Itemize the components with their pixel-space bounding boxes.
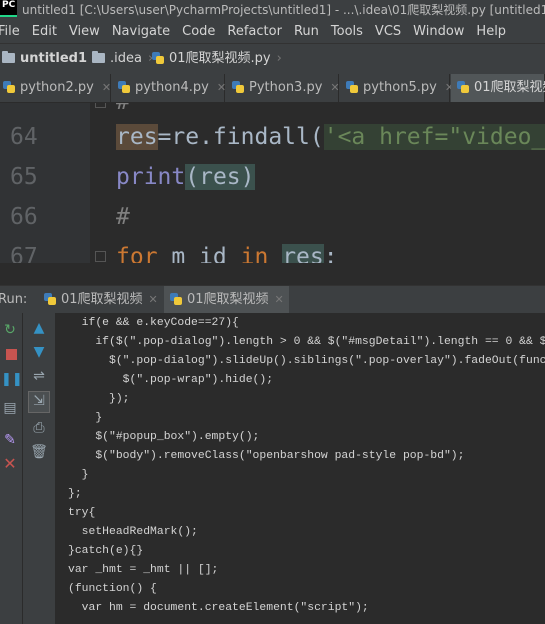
tab-01-pear-video[interactable]: 01爬取梨视频 bbox=[451, 74, 545, 102]
tab-python2[interactable]: python2.py ✕ bbox=[0, 74, 111, 102]
menu-edit[interactable]: Edit bbox=[32, 20, 57, 43]
code-line: # bbox=[116, 204, 130, 230]
line-number: 67 bbox=[10, 244, 38, 263]
menu-run[interactable]: Run bbox=[294, 20, 319, 43]
code-editor[interactable]: # 64 res=re.findall('<a href="video_ 65 … bbox=[0, 103, 545, 263]
menu-bar: File Edit View Navigate Code Refactor Run Tools… bbox=[0, 20, 545, 43]
code-line: print(res) bbox=[116, 164, 255, 190]
close-icon[interactable]: ✕ bbox=[275, 293, 284, 306]
console-line: var hm = document.createElement("script"… bbox=[68, 602, 369, 614]
fold-marker-icon[interactable] bbox=[95, 251, 106, 262]
soft-wrap-icon[interactable]: ⇌ bbox=[30, 367, 48, 385]
console-line: try{ bbox=[68, 507, 96, 519]
trash-icon[interactable]: 🗑 bbox=[30, 443, 48, 461]
close-run-icon[interactable]: ✕ bbox=[1, 455, 19, 473]
console-line: (function() { bbox=[68, 583, 157, 595]
stop-icon[interactable] bbox=[2, 347, 20, 365]
console-line: $("body").removeClass("openbarshow pad-s… bbox=[68, 450, 465, 462]
console-line: $(".pop-wrap").hide(); bbox=[68, 374, 274, 386]
close-icon[interactable]: ✕ bbox=[330, 81, 339, 94]
scroll-to-end-icon[interactable]: ⇲ bbox=[28, 391, 50, 413]
code-line: for m_id in res: bbox=[116, 244, 338, 263]
console-line: }); bbox=[68, 393, 130, 405]
menu-code[interactable]: Code bbox=[182, 20, 215, 43]
python-file-icon bbox=[346, 81, 358, 93]
console-line: } bbox=[68, 412, 103, 424]
line-number: 64 bbox=[10, 124, 38, 150]
window-title-bar: PC untitled1 [C:\Users\user\PycharmProje… bbox=[0, 0, 545, 20]
menu-vcs[interactable]: VCS bbox=[375, 20, 401, 43]
line-number: 65 bbox=[10, 164, 38, 190]
python-file-icon bbox=[118, 81, 130, 93]
folder-icon bbox=[2, 51, 15, 63]
python-file-icon bbox=[44, 293, 56, 305]
python-file-icon bbox=[3, 81, 15, 93]
run-label: Run: bbox=[0, 292, 28, 307]
python-file-icon bbox=[457, 81, 469, 93]
up-arrow-icon[interactable]: ▲ bbox=[30, 319, 48, 337]
close-icon[interactable]: ✕ bbox=[102, 81, 111, 94]
close-icon[interactable]: ✕ bbox=[217, 81, 226, 94]
tab-python5[interactable]: python5.py ✕ bbox=[340, 74, 454, 102]
console-line: if(e && e.keyCode==27){ bbox=[68, 317, 239, 329]
menu-file[interactable]: File bbox=[0, 20, 20, 43]
line-number: 66 bbox=[10, 204, 38, 230]
python-file-icon bbox=[232, 81, 244, 93]
rerun-icon[interactable]: ↻ bbox=[1, 321, 19, 339]
run-tab[interactable]: 01爬取梨视频 ✕ bbox=[38, 286, 162, 313]
console-line: $("#popup_box").empty(); bbox=[68, 431, 260, 443]
partial-line: # bbox=[116, 103, 130, 115]
python-file-icon bbox=[170, 293, 182, 305]
menu-view[interactable]: View bbox=[69, 20, 100, 43]
print-icon[interactable]: ⎙ bbox=[30, 419, 48, 437]
console-line: var _hmt = _hmt || []; bbox=[68, 564, 219, 576]
menu-navigate[interactable]: Navigate bbox=[112, 20, 170, 43]
menu-tools[interactable]: Tools bbox=[331, 20, 363, 43]
console-line: $(".pop-dialog").slideUp().siblings(".po… bbox=[68, 355, 545, 367]
window-title: untitled1 [C:\Users\user\PycharmProjects… bbox=[22, 3, 545, 17]
console-line: }catch(e){} bbox=[68, 545, 144, 557]
console-line: }; bbox=[68, 488, 82, 500]
pause-icon[interactable]: ❚❚ bbox=[1, 371, 23, 389]
pycharm-logo-icon: PC bbox=[0, 0, 17, 17]
console-line: setHeadRedMark(); bbox=[68, 526, 198, 538]
python-file-icon bbox=[152, 52, 164, 64]
breadcrumb-file[interactable]: 01爬取梨视频.py › bbox=[152, 44, 282, 74]
menu-refactor[interactable]: Refactor bbox=[227, 20, 282, 43]
menu-window[interactable]: Window bbox=[413, 20, 464, 43]
tab-python3[interactable]: Python3.py ✕ bbox=[226, 74, 340, 102]
editor-tab-bar: python2.py ✕ python4.py ✕ Python3.py ✕ pyth… bbox=[0, 74, 545, 103]
dump-threads-icon[interactable]: ▤ bbox=[1, 399, 19, 417]
console-output[interactable]: if(e && e.keyCode==27){ if($(".pop-dialo… bbox=[56, 313, 545, 624]
code-line: res=re.findall('<a href="video_ bbox=[116, 124, 545, 150]
folder-icon bbox=[92, 51, 105, 63]
breadcrumb-folder[interactable]: .idea › bbox=[92, 44, 153, 74]
run-secondary-toolbar: ▲ ▼ ⇌ ⇲ ⎙ 🗑 bbox=[23, 313, 56, 624]
run-tool-window-header: Run: 01爬取梨视频 ✕ 01爬取梨视频 ✕ bbox=[0, 285, 545, 314]
tab-python4[interactable]: python4.py ✕ bbox=[112, 74, 226, 102]
settings-icon[interactable]: ✎ bbox=[1, 431, 19, 449]
close-icon[interactable]: ✕ bbox=[149, 293, 158, 306]
console-line: } bbox=[68, 469, 89, 481]
run-left-toolbar: ↻ ❚❚ ▤ ✎ ✕ bbox=[0, 313, 23, 624]
down-arrow-icon[interactable]: ▼ bbox=[30, 343, 48, 361]
breadcrumb-project[interactable]: untitled1› bbox=[2, 44, 98, 74]
breadcrumb: untitled1› .idea› 01爬取梨视频.py› bbox=[0, 43, 545, 75]
console-line: if($(".pop-dialog").length > 0 && $("#ms… bbox=[95, 336, 545, 348]
fold-marker-icon[interactable] bbox=[95, 103, 106, 108]
run-tab-active[interactable]: 01爬取梨视频 ✕ bbox=[164, 286, 289, 313]
menu-help[interactable]: Help bbox=[476, 20, 506, 43]
